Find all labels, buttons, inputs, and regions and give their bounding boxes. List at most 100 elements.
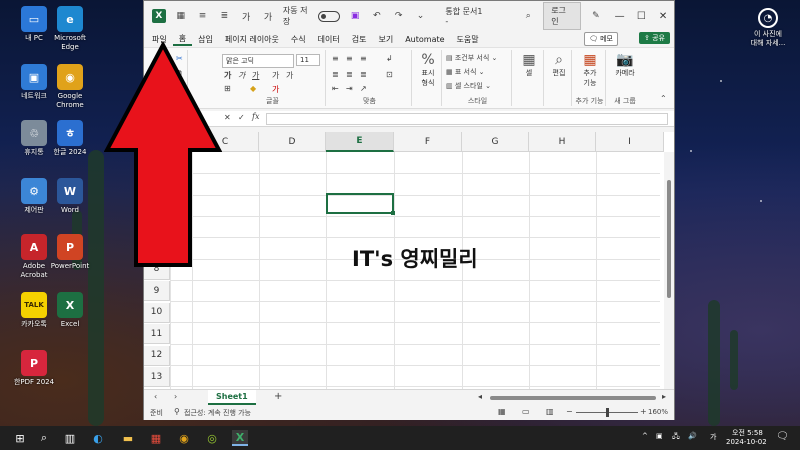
cancel-icon[interactable]: ✕ bbox=[224, 113, 231, 122]
outdent-icon[interactable]: ⇥ bbox=[346, 84, 353, 93]
border-icon[interactable]: ⊞ bbox=[224, 84, 231, 93]
align-icon[interactable]: ≡ bbox=[196, 9, 210, 23]
normal-view-icon[interactable]: ▦ bbox=[498, 407, 506, 416]
accessibility-status[interactable]: 접근성: 계속 진행 가능 bbox=[184, 408, 251, 418]
addin-button[interactable]: ▦ 추가 기능 bbox=[576, 52, 604, 88]
font-name-select[interactable]: 맑은 고딕 bbox=[222, 54, 294, 68]
excel-taskbar-icon[interactable]: X bbox=[232, 430, 248, 446]
desktop-icon[interactable]: ㅎ 한글 2024 bbox=[40, 120, 100, 157]
camera-button[interactable]: 📷 카메라 bbox=[610, 52, 640, 78]
chrome-taskbar-icon[interactable]: ◉ bbox=[176, 430, 192, 446]
clock-date[interactable]: 2024-10-02 bbox=[726, 438, 767, 446]
zoom-out-icon[interactable]: − bbox=[566, 407, 573, 416]
middle-align-icon[interactable]: ≡ bbox=[346, 54, 353, 63]
center-align-icon[interactable]: ≣ bbox=[346, 70, 353, 79]
column-header-e[interactable]: E bbox=[326, 132, 394, 152]
row-header-11[interactable]: 11 bbox=[144, 324, 170, 344]
maximize-button[interactable]: ☐ bbox=[631, 11, 653, 22]
left-align-icon[interactable]: ≣ bbox=[332, 70, 339, 79]
formula-input[interactable] bbox=[266, 113, 668, 125]
cell-style-icon[interactable]: ▥ 셀 스타일 ⌄ bbox=[446, 81, 491, 91]
horizontal-scroll-thumb[interactable] bbox=[490, 396, 656, 400]
pen-icon[interactable]: ✎ bbox=[589, 9, 603, 23]
collapse-ribbon-icon[interactable]: ⌃ bbox=[660, 94, 667, 103]
function-icon[interactable]: fx bbox=[252, 112, 259, 121]
zoom-in-icon[interactable]: + bbox=[640, 407, 647, 416]
tab-review[interactable]: 검토 bbox=[346, 34, 373, 45]
zoom-level[interactable]: 160% bbox=[648, 408, 668, 416]
cells-button[interactable]: ▦ 셀 bbox=[516, 52, 542, 78]
enter-icon[interactable]: ✓ bbox=[238, 113, 245, 122]
number-format-button[interactable]: % 표시 형식 bbox=[416, 52, 440, 88]
italic-icon[interactable]: 가 bbox=[238, 70, 245, 81]
column-header-i[interactable]: I bbox=[596, 132, 664, 152]
edit-button[interactable]: ⌕ 편집 bbox=[548, 52, 570, 78]
tray-overflow-icon[interactable]: ^ bbox=[642, 432, 648, 440]
search-icon[interactable]: ⌕ bbox=[36, 430, 52, 446]
accessibility-icon[interactable]: ⚲ bbox=[174, 407, 180, 416]
column-header-f[interactable]: F bbox=[394, 132, 462, 152]
login-button[interactable]: 로그인 bbox=[543, 2, 581, 30]
customize-icon[interactable]: ⌄ bbox=[414, 9, 428, 23]
tray-app-icon[interactable]: ▣ bbox=[656, 432, 663, 440]
selected-cell[interactable] bbox=[326, 193, 395, 215]
bottom-align-icon[interactable]: ≡ bbox=[360, 54, 367, 63]
fill-color-icon[interactable]: ◆ bbox=[250, 84, 256, 93]
vertical-scrollbar[interactable] bbox=[664, 152, 674, 389]
column-header-d[interactable]: D bbox=[259, 132, 326, 152]
volume-icon[interactable]: 🔊 bbox=[688, 432, 697, 440]
desktop-icon[interactable]: e Microsoft Edge bbox=[40, 6, 100, 52]
font-shrink-icon[interactable]: 가 bbox=[261, 9, 275, 23]
row-header-10[interactable]: 10 bbox=[144, 302, 170, 323]
tab-data[interactable]: 데이터 bbox=[312, 34, 346, 45]
vertical-scroll-thumb[interactable] bbox=[667, 180, 671, 298]
right-align-icon[interactable]: ≣ bbox=[360, 70, 367, 79]
layout-icon[interactable]: ▦ bbox=[174, 9, 188, 23]
clock-time[interactable]: 오전 5:58 bbox=[732, 428, 763, 438]
autosave-toggle[interactable] bbox=[318, 10, 341, 22]
close-button[interactable]: ✕ bbox=[652, 11, 674, 22]
underline-icon[interactable]: 가 bbox=[252, 70, 259, 81]
notification-icon[interactable]: 🗨 bbox=[776, 431, 789, 442]
undo-icon[interactable]: ↶ bbox=[370, 9, 384, 23]
explorer-taskbar-icon[interactable]: ▬ bbox=[120, 430, 136, 446]
tab-view[interactable]: 보기 bbox=[372, 34, 399, 45]
search-icon[interactable]: ⌕ bbox=[521, 9, 535, 23]
zoom-slider-thumb[interactable] bbox=[606, 408, 609, 417]
desktop-icon[interactable]: P 한PDF 2024 bbox=[4, 350, 64, 387]
next-sheet-icon[interactable]: › bbox=[174, 392, 177, 401]
table-format-icon[interactable]: ▦ 표 서식 ⌄ bbox=[446, 67, 484, 77]
tab-formulas[interactable]: 수식 bbox=[285, 34, 312, 45]
desktop-icon-image-info[interactable]: ◔ 이 사진에 대해 자세... bbox=[738, 8, 798, 48]
bold-icon[interactable]: 가 bbox=[224, 70, 231, 81]
desktop-icon[interactable]: ◉ Google Chrome bbox=[40, 64, 100, 110]
font-grow-icon[interactable]: 가 bbox=[239, 9, 253, 23]
store-taskbar-icon[interactable]: ▦ bbox=[148, 430, 164, 446]
column-header-h[interactable]: H bbox=[529, 132, 596, 152]
tab-page-layout[interactable]: 페이지 레이아웃 bbox=[219, 34, 285, 45]
shrink-font-icon[interactable]: 가 bbox=[286, 70, 293, 81]
orientation-icon[interactable]: ↗ bbox=[360, 84, 367, 93]
ime-indicator[interactable]: 가 bbox=[710, 432, 716, 442]
network-icon[interactable]: 🖧 bbox=[672, 432, 680, 443]
sheet-tab[interactable]: Sheet1 bbox=[208, 390, 256, 405]
row-header-13[interactable]: 13 bbox=[144, 367, 170, 387]
page-layout-view-icon[interactable]: ▭ bbox=[522, 407, 530, 416]
save-icon[interactable]: ▣ bbox=[348, 9, 362, 23]
row-header-9[interactable]: 9 bbox=[144, 281, 170, 301]
desktop-icon[interactable]: W Word bbox=[40, 178, 100, 215]
tab-automate[interactable]: Automate bbox=[399, 35, 450, 44]
conditional-format-icon[interactable]: ▤ 조건부 서식 ⌄ bbox=[446, 53, 497, 63]
wrap-text-icon[interactable]: ↲ bbox=[386, 54, 393, 63]
wrap-icon[interactable]: ≣ bbox=[217, 9, 231, 23]
desktop-icon[interactable]: P PowerPoint bbox=[40, 234, 100, 271]
page-break-view-icon[interactable]: ▥ bbox=[546, 407, 554, 416]
top-align-icon[interactable]: ≡ bbox=[332, 54, 339, 63]
tab-help[interactable]: 도움말 bbox=[451, 34, 485, 45]
share-button[interactable]: ⇪ 공유 bbox=[639, 32, 670, 44]
scroll-left-icon[interactable]: ◂ bbox=[478, 392, 482, 401]
minimize-button[interactable]: — bbox=[609, 11, 631, 22]
indent-icon[interactable]: ⇤ bbox=[332, 84, 339, 93]
add-sheet-icon[interactable]: + bbox=[274, 391, 282, 402]
memo-button[interactable]: 🗨 메모 bbox=[583, 32, 618, 46]
